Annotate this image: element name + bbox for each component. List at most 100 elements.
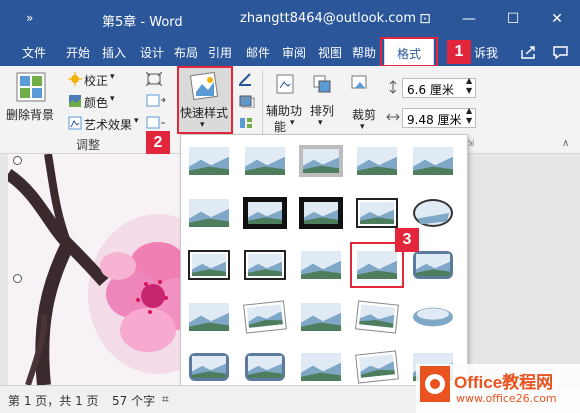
step-badge-3: 3 xyxy=(395,228,419,252)
minimize-button[interactable]: — xyxy=(458,8,480,30)
account-name[interactable]: zhangtt8464@outlook.com xyxy=(240,11,416,26)
word-count[interactable]: 57 个字 xyxy=(112,392,155,409)
resize-handle-middle-left[interactable] xyxy=(13,274,22,283)
tab-insert[interactable]: 插入 xyxy=(102,44,126,61)
quick-style-thumbnail-13[interactable] xyxy=(301,251,341,279)
color-dropdown-icon[interactable]: ▾ xyxy=(110,94,115,104)
watermark: Office教程网 www.office26.com xyxy=(416,360,580,413)
tab-design[interactable]: 设计 xyxy=(140,44,164,61)
tab-home[interactable]: 开始 xyxy=(66,44,90,61)
step-badge-1: 1 xyxy=(447,40,471,64)
alt-text-dropdown-icon[interactable]: ▾ xyxy=(290,118,295,128)
step-badge-2: 2 xyxy=(146,131,170,155)
quick-style-thumbnail-7[interactable] xyxy=(243,197,287,229)
quick-style-thumbnail-23[interactable] xyxy=(301,353,341,381)
quick-style-thumbnail-17[interactable] xyxy=(243,300,287,334)
quick-style-thumbnail-20[interactable] xyxy=(413,307,453,327)
tab-layout[interactable]: 布局 xyxy=(174,44,198,61)
tab-mailings[interactable]: 邮件 xyxy=(246,44,270,61)
quick-style-thumbnail-21[interactable] xyxy=(189,353,229,381)
tab-review[interactable]: 审阅 xyxy=(282,44,306,61)
remove-background-icon[interactable] xyxy=(16,72,46,102)
share-icon[interactable] xyxy=(520,44,538,60)
compress-pictures-icon[interactable] xyxy=(146,72,162,86)
width-value: 9.48 厘米 xyxy=(407,113,462,127)
quick-style-thumbnail-24[interactable] xyxy=(355,350,399,384)
picture-effects-icon[interactable] xyxy=(238,94,258,108)
corrections-icon[interactable] xyxy=(68,72,82,86)
quick-style-thumbnail-1[interactable] xyxy=(189,147,229,175)
width-spinner-up-icon[interactable]: ▲ xyxy=(466,106,472,115)
artistic-effects-dropdown-icon[interactable]: ▾ xyxy=(134,116,139,126)
remove-background-label[interactable]: 删除背景 xyxy=(6,106,54,123)
color-icon[interactable] xyxy=(68,94,82,108)
corrections-dropdown-icon[interactable]: ▾ xyxy=(110,72,115,82)
reset-picture-icon[interactable] xyxy=(146,116,166,130)
blossom-picture[interactable] xyxy=(8,154,198,385)
ribbon-tabs: 文件 开始 插入 设计 布局 引用 邮件 审阅 视图 帮助 格式 诉我 xyxy=(0,38,580,66)
alt-text-label-line1[interactable]: 辅助功 xyxy=(266,102,302,119)
quick-style-thumbnail-3[interactable] xyxy=(299,145,343,177)
adjust-group-label: 调整 xyxy=(76,138,101,152)
quick-styles-highlight xyxy=(177,66,233,134)
quick-style-thumbnail-15[interactable] xyxy=(413,251,453,279)
height-input[interactable]: 6.6 厘米 xyxy=(402,78,476,98)
page-count[interactable]: 第 1 页，共 1 页 xyxy=(8,392,99,409)
picture-layout-icon[interactable] xyxy=(238,116,258,130)
quick-style-thumbnail-22[interactable] xyxy=(245,353,285,381)
gallery-grid xyxy=(188,145,453,384)
width-icon xyxy=(386,113,400,121)
arrange-dropdown-icon[interactable]: ▾ xyxy=(318,118,323,128)
width-spinner-down-icon[interactable]: ▼ xyxy=(466,116,472,125)
height-spinner-up-icon[interactable]: ▲ xyxy=(466,76,472,85)
watermark-brand: Office教程网 xyxy=(454,373,554,392)
close-button[interactable]: ✕ xyxy=(546,8,568,30)
resize-handle-top-left[interactable] xyxy=(13,156,22,165)
quick-access-toolbar[interactable]: » xyxy=(26,11,33,25)
arrange-label[interactable]: 排列 xyxy=(310,102,334,119)
quick-style-thumbnail-9[interactable] xyxy=(356,198,398,228)
maximize-button[interactable]: ☐ xyxy=(502,8,524,30)
crop-dropdown-icon[interactable]: ▾ xyxy=(360,122,365,132)
change-picture-icon[interactable] xyxy=(146,94,166,108)
quick-styles-gallery xyxy=(180,134,468,396)
collapse-ribbon-icon[interactable]: ∧ xyxy=(562,138,569,149)
tab-tell-me[interactable]: 诉我 xyxy=(474,44,498,61)
quick-style-thumbnail-12[interactable] xyxy=(244,250,286,280)
comments-icon[interactable] xyxy=(552,44,570,60)
watermark-url: www.office26.com xyxy=(456,392,557,405)
alt-text-label-line2[interactable]: 能 xyxy=(274,118,286,135)
tab-file[interactable]: 文件 xyxy=(22,44,46,61)
quick-style-thumbnail-16[interactable] xyxy=(189,303,229,331)
quick-style-thumbnail-11[interactable] xyxy=(188,250,230,280)
tab-references[interactable]: 引用 xyxy=(208,44,232,61)
artistic-effects-label[interactable]: 艺术效果 xyxy=(84,116,132,133)
height-value: 6.6 厘米 xyxy=(407,83,454,97)
artistic-effects-icon[interactable] xyxy=(68,116,82,130)
quick-style-thumbnail-6[interactable] xyxy=(189,199,229,227)
document-title: 第5章 - Word xyxy=(102,15,183,30)
ribbon-display-options-icon[interactable]: ⊡ xyxy=(414,8,436,30)
quick-style-thumbnail-18[interactable] xyxy=(301,303,341,331)
height-spinner-down-icon[interactable]: ▼ xyxy=(466,86,472,95)
format-tab-highlight xyxy=(380,37,438,67)
arrange-icon[interactable] xyxy=(312,74,332,94)
alt-text-icon[interactable] xyxy=(276,74,294,94)
tab-view[interactable]: 视图 xyxy=(318,44,342,61)
quick-style-thumbnail-4[interactable] xyxy=(357,147,397,175)
quick-style-thumbnail-10[interactable] xyxy=(413,199,453,227)
corrections-label[interactable]: 校正 xyxy=(84,72,108,89)
quick-style-thumbnail-2[interactable] xyxy=(245,147,285,175)
crop-icon[interactable] xyxy=(350,74,370,94)
tab-help[interactable]: 帮助 xyxy=(352,44,376,61)
quick-style-thumbnail-19[interactable] xyxy=(355,300,399,334)
document-page xyxy=(8,154,198,385)
height-icon xyxy=(389,80,397,94)
width-input[interactable]: 9.48 厘米 xyxy=(402,108,476,128)
proofing-icon[interactable]: ⌗ xyxy=(162,392,169,407)
color-label[interactable]: 颜色 xyxy=(84,94,108,111)
picture-border-icon[interactable] xyxy=(238,72,258,86)
quick-style-thumbnail-8[interactable] xyxy=(299,197,343,229)
crop-label[interactable]: 裁剪 xyxy=(352,106,376,123)
quick-style-thumbnail-5[interactable] xyxy=(413,147,453,175)
